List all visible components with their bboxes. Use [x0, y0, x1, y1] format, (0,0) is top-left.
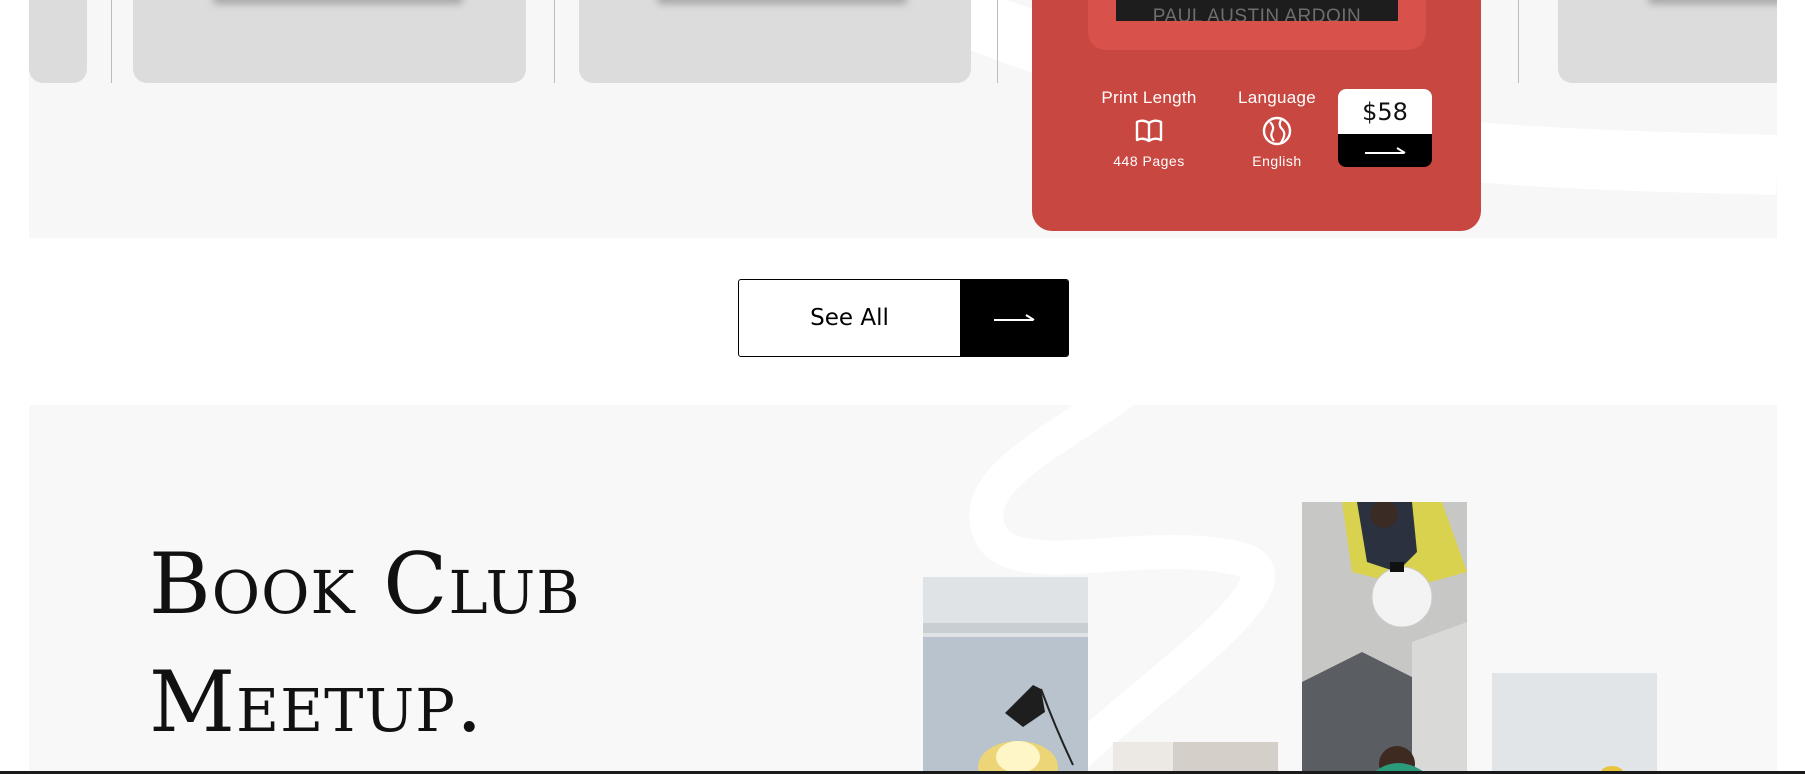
- photo-room: [1113, 742, 1278, 774]
- print-length-info: Print Length 448 Pages: [1083, 88, 1215, 169]
- photo-wall: [1492, 673, 1657, 774]
- photo-meeting: [1302, 502, 1467, 774]
- carousel-divider: [554, 0, 555, 83]
- arrow-right-icon: [1365, 146, 1406, 154]
- book-cover[interactable]: PAUL AUSTIN ARDOIN: [1116, 0, 1398, 21]
- book-price: $58: [1338, 89, 1432, 134]
- see-all-button[interactable]: See All: [738, 279, 1069, 357]
- open-book-icon: [1135, 119, 1163, 143]
- arrow-right-icon: [994, 314, 1035, 321]
- print-length-label: Print Length: [1101, 88, 1197, 107]
- book-author: PAUL AUSTIN ARDOIN: [1152, 6, 1362, 21]
- buy-button[interactable]: $58: [1338, 89, 1432, 167]
- language-value: English: [1252, 153, 1302, 169]
- language-label: Language: [1237, 88, 1317, 107]
- book-club-heading: Book Club Meetup.: [149, 525, 581, 761]
- photo-lamp: [923, 577, 1088, 774]
- heading-line-2: Meetup.: [149, 653, 484, 751]
- globe-icon: [1262, 116, 1292, 146]
- book-carousel: [29, 0, 1777, 238]
- carousel-card[interactable]: [133, 0, 526, 83]
- language-info: Language English: [1217, 88, 1337, 169]
- carousel-card[interactable]: [579, 0, 971, 83]
- carousel-divider: [111, 0, 112, 83]
- print-length-value: 448 Pages: [1113, 153, 1185, 169]
- book-club-section: Book Club Meetup.: [29, 405, 1777, 774]
- featured-book-card[interactable]: PAUL AUSTIN ARDOIN Print Length 448 Page…: [1032, 0, 1481, 231]
- heading-line-1: Book Club: [149, 535, 581, 633]
- carousel-divider: [997, 0, 998, 83]
- see-all-label: See All: [810, 305, 889, 331]
- carousel-card-partial-left[interactable]: [29, 0, 87, 83]
- carousel-divider: [1518, 0, 1519, 83]
- carousel-card-partial-right[interactable]: [1558, 0, 1777, 83]
